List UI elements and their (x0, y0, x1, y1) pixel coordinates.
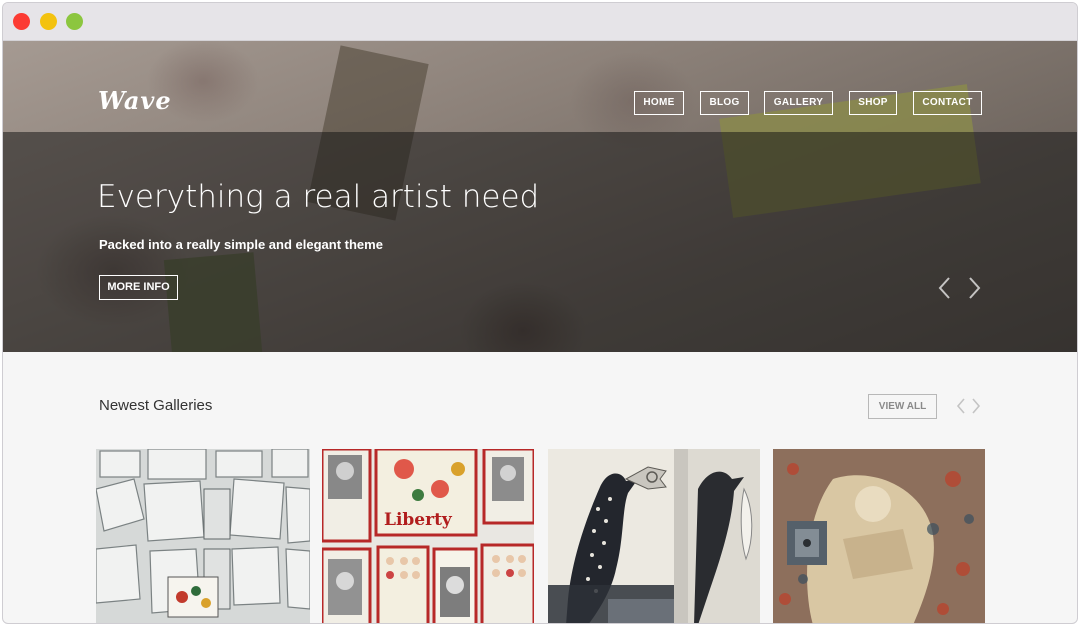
maximize-window-button[interactable] (66, 13, 83, 30)
tapestry-image (773, 449, 985, 623)
nav-home[interactable]: HOME (634, 91, 684, 115)
nav-shop[interactable]: SHOP (849, 91, 897, 115)
browser-window: Wave HOME BLOG GALLERY SHOP CONTACT Ever… (2, 2, 1078, 624)
gallery-thumbnail[interactable] (548, 449, 760, 623)
hero-section: Wave HOME BLOG GALLERY SHOP CONTACT Ever… (3, 41, 1077, 352)
chevron-left-icon[interactable] (934, 275, 956, 301)
nav-gallery[interactable]: GALLERY (764, 91, 833, 115)
section-title: Newest Galleries (99, 397, 213, 414)
site-logo[interactable]: Wave (98, 86, 172, 115)
close-window-button[interactable] (13, 13, 30, 30)
nav-blog[interactable]: BLOG (700, 91, 749, 115)
svg-text:Liberty: Liberty (384, 510, 453, 530)
chevron-right-icon[interactable] (969, 397, 983, 415)
window-titlebar (3, 3, 1077, 41)
embroidered-tags-image: Liberty (322, 449, 534, 623)
fabric-bird-image (548, 449, 760, 623)
gallery-thumbnail[interactable]: Liberty (322, 449, 534, 623)
hero-subtitle: Packed into a really simple and elegant … (99, 237, 383, 252)
minimize-window-button[interactable] (40, 13, 57, 30)
chevron-left-icon[interactable] (954, 397, 968, 415)
chevron-right-icon[interactable] (963, 275, 985, 301)
more-info-button[interactable]: MORE INFO (99, 275, 178, 300)
hero-title: Everything a real artist need (97, 179, 540, 215)
gallery-thumbnail[interactable] (773, 449, 985, 623)
view-all-button[interactable]: VIEW ALL (868, 394, 937, 419)
gallery-thumbnail[interactable] (96, 449, 310, 623)
nav-contact[interactable]: CONTACT (913, 91, 982, 115)
paper-boxes-image (96, 449, 310, 623)
